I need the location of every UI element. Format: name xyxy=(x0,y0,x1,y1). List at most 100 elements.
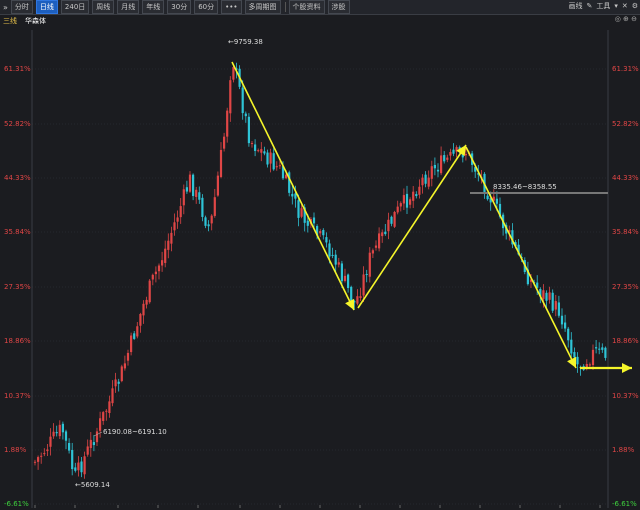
candle-body xyxy=(266,152,269,165)
candle-body xyxy=(576,356,579,365)
candle-body xyxy=(213,197,216,216)
candle-body xyxy=(567,328,570,341)
y-tick-right: 1.88% xyxy=(612,446,635,454)
candle-body xyxy=(145,299,148,305)
candle-body xyxy=(430,166,433,179)
y-tick-left: 52.82% xyxy=(4,120,31,128)
candle-body xyxy=(415,194,418,197)
candle-body xyxy=(188,174,192,192)
candle-body xyxy=(554,301,557,310)
candle-body xyxy=(136,326,139,337)
candle-body xyxy=(108,401,111,414)
trend-arrow-down-1-shaft xyxy=(231,61,355,311)
candle-body xyxy=(418,186,421,195)
candle-body xyxy=(86,446,89,455)
level-label-low: 6190.08~6191.10 xyxy=(103,428,167,436)
candle-body xyxy=(560,315,564,325)
candle-body xyxy=(325,237,328,243)
candle-body xyxy=(241,87,244,114)
candle-body xyxy=(272,153,275,170)
candle-body xyxy=(33,461,37,463)
candle-body xyxy=(591,349,595,366)
candle-body xyxy=(598,348,601,350)
candle-body xyxy=(114,379,117,387)
candle-body xyxy=(604,347,607,358)
candle-body xyxy=(464,153,467,156)
candle-body xyxy=(356,296,359,304)
candle-body xyxy=(405,193,409,208)
candle-body xyxy=(55,432,58,434)
candle-body xyxy=(387,219,390,232)
candle-body xyxy=(244,113,247,117)
candle-body xyxy=(306,220,309,226)
candle-body xyxy=(254,144,257,151)
candle-body xyxy=(185,187,188,192)
candle-body xyxy=(167,240,170,250)
y-tick-right: 27.35% xyxy=(612,283,639,291)
candle-body xyxy=(443,155,446,162)
candle-body xyxy=(229,80,232,114)
candle-body xyxy=(77,462,80,471)
trend-arrow-up-2-head xyxy=(456,145,466,157)
candle-body xyxy=(99,418,102,431)
candle-body xyxy=(588,364,591,366)
candle-body xyxy=(102,412,105,421)
candle-body xyxy=(71,450,74,470)
candle-body xyxy=(170,232,173,244)
y-tick-left: -6.61% xyxy=(4,500,29,508)
candle-body xyxy=(157,265,161,272)
candle-body xyxy=(322,230,325,236)
candle-body xyxy=(120,366,123,382)
candle-body xyxy=(291,193,294,197)
candle-body xyxy=(89,439,92,449)
candle-body xyxy=(263,151,266,154)
candle-body xyxy=(43,453,46,455)
candle-body xyxy=(424,174,427,184)
candle-body xyxy=(61,423,64,433)
y-tick-left: 27.35% xyxy=(4,283,31,291)
candle-body xyxy=(111,388,114,404)
candle-body xyxy=(226,110,229,137)
candle-body xyxy=(117,381,120,384)
candle-body xyxy=(378,233,381,249)
candle-body xyxy=(585,364,588,367)
candle-body xyxy=(343,275,347,281)
candle-body xyxy=(216,175,219,196)
candle-body xyxy=(297,200,300,218)
trend-arrow-down-3-shaft xyxy=(465,146,577,369)
candle-body xyxy=(126,352,130,361)
candle-body xyxy=(68,443,71,451)
level-label-mid: 8335.46~8358.55 xyxy=(493,183,557,191)
candle-body xyxy=(557,302,560,316)
candle-body xyxy=(207,224,210,227)
candle-body xyxy=(269,152,272,164)
candle-body xyxy=(399,203,402,207)
candle-body xyxy=(204,217,207,226)
candle-body xyxy=(334,254,337,265)
candle-body xyxy=(601,347,604,350)
y-tick-left: 1.88% xyxy=(4,446,27,454)
candle-body xyxy=(223,136,226,149)
y-tick-right: 18.86% xyxy=(612,337,639,345)
candle-body xyxy=(570,339,573,354)
candle-body xyxy=(564,322,567,329)
y-tick-left: 35.84% xyxy=(4,228,31,236)
candle-body xyxy=(179,206,182,218)
candle-body xyxy=(412,191,415,201)
candle-body xyxy=(250,143,254,145)
candle-body xyxy=(173,222,176,231)
candle-body xyxy=(384,231,387,235)
candle-body xyxy=(130,335,133,353)
candle-body xyxy=(260,149,263,153)
candle-body xyxy=(340,263,343,282)
candle-body xyxy=(486,195,489,200)
candle-body xyxy=(551,292,554,311)
candle-body xyxy=(368,252,371,277)
candlestick-chart[interactable]: 61.31% 61.31% 52.82% 52.82% 44.33% 44.33% 35.8… xyxy=(0,0,640,510)
y-tick-right: -6.61% xyxy=(612,500,637,508)
candle-body xyxy=(446,157,449,160)
candle-body xyxy=(151,274,154,280)
candle-body xyxy=(123,363,126,369)
y-tick-right: 52.82% xyxy=(612,120,639,128)
y-tick-left: 44.33% xyxy=(4,174,31,182)
